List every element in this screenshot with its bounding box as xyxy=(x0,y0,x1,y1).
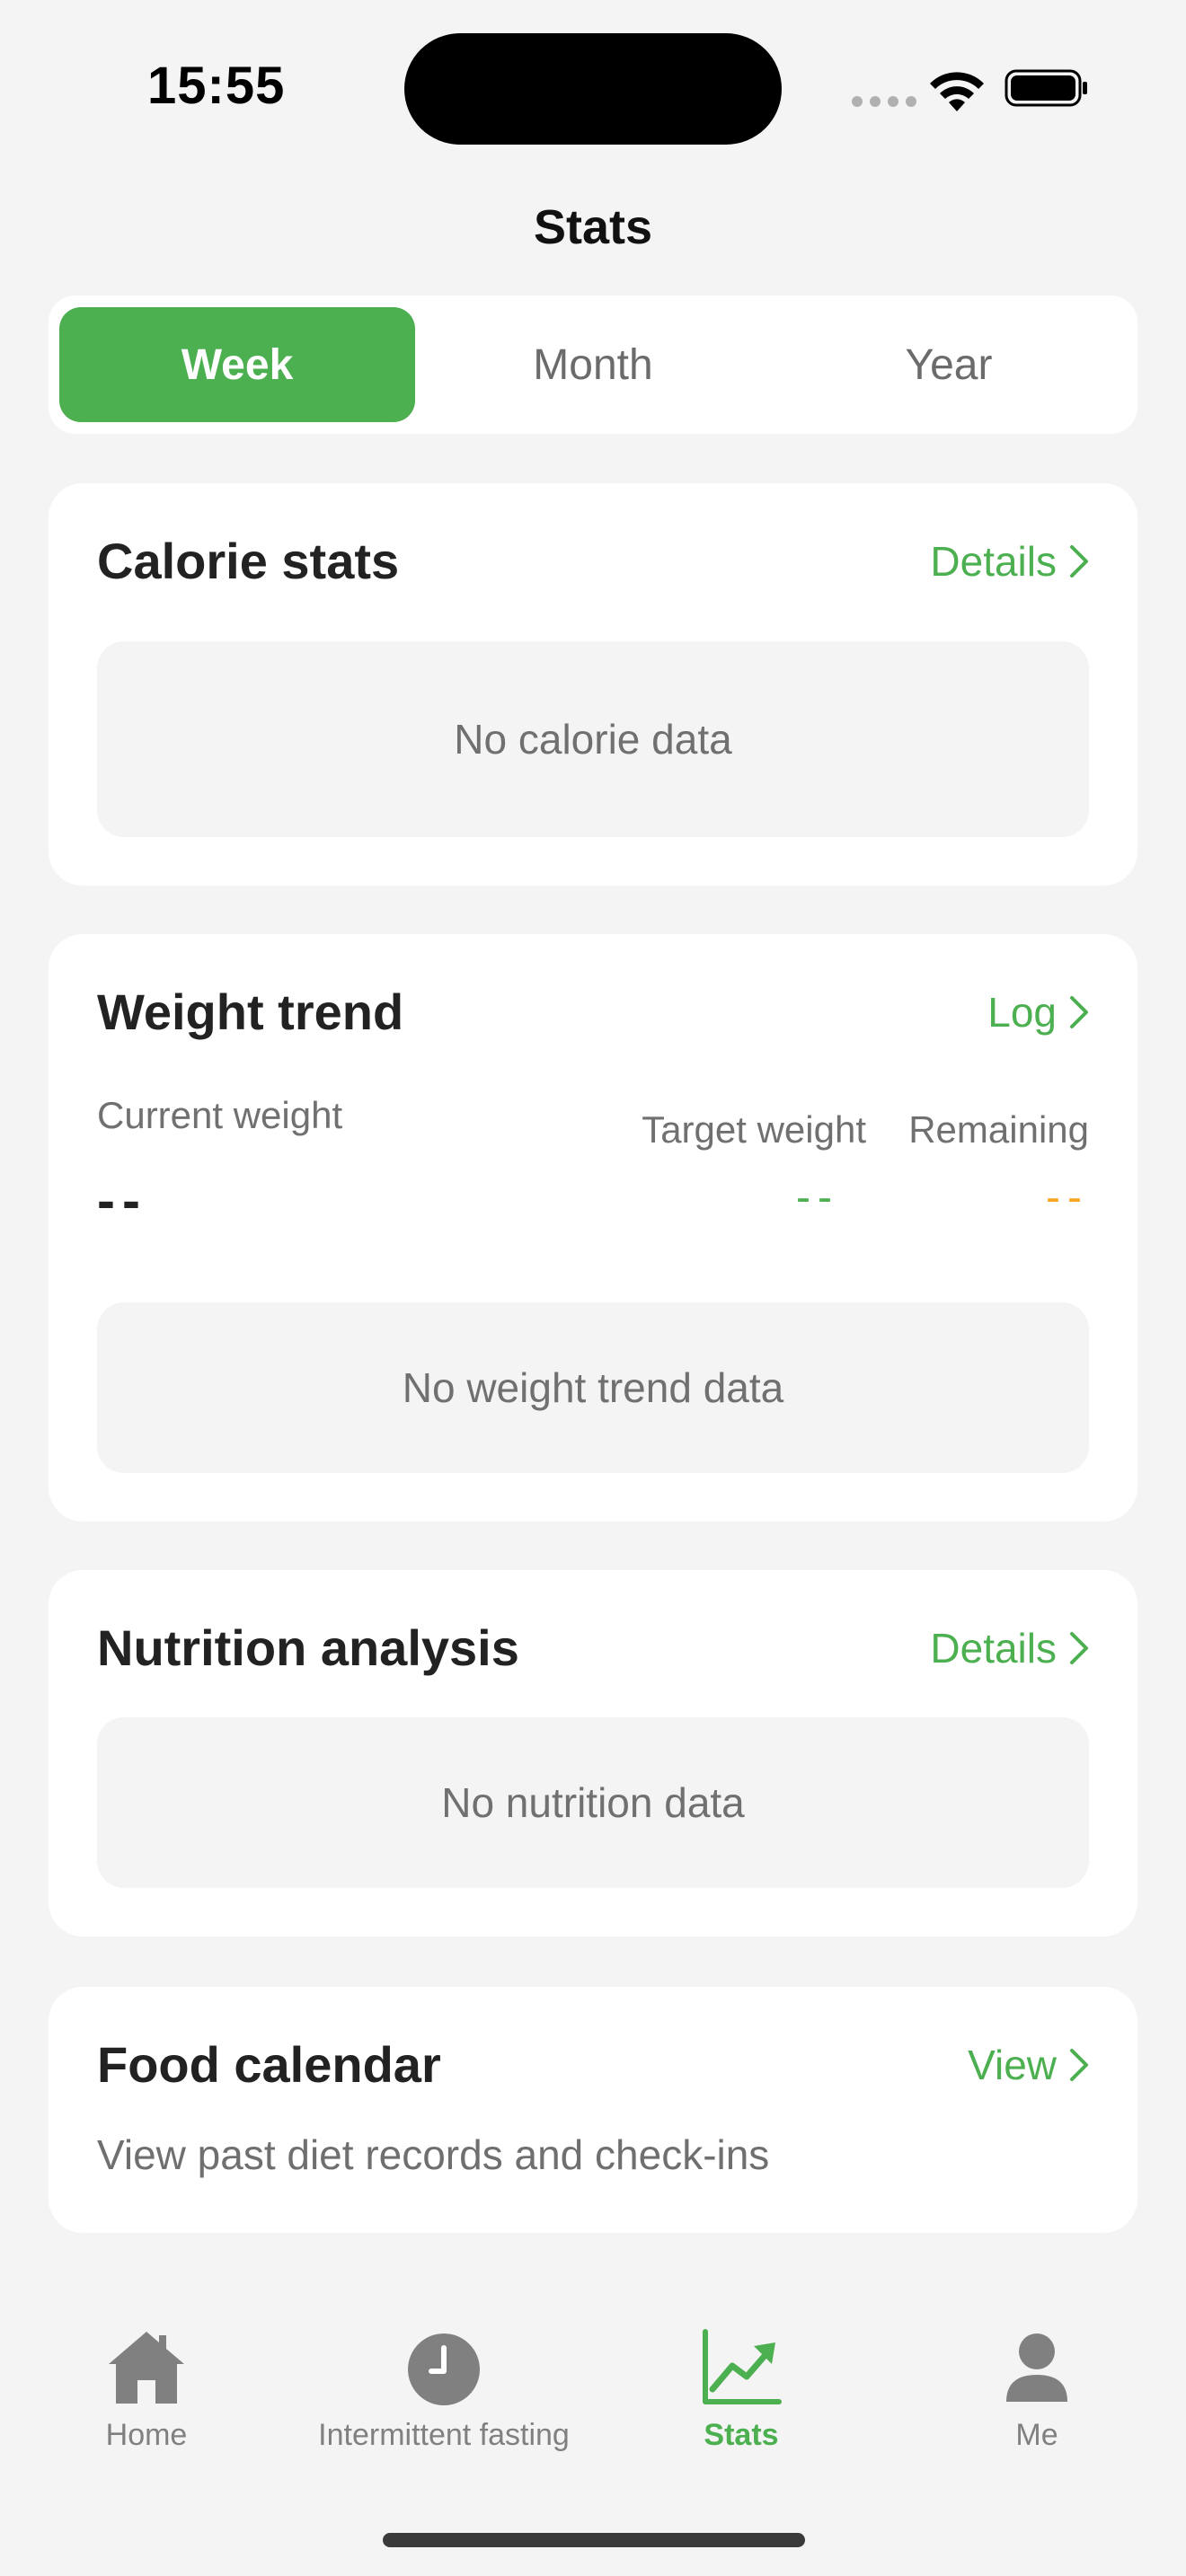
calorie-details-link[interactable]: Details xyxy=(930,537,1089,586)
remaining-label: Remaining xyxy=(908,1108,1089,1151)
tab-label: Me xyxy=(1015,2418,1058,2452)
battery-icon xyxy=(1005,69,1087,107)
period-segmented-control: Week Month Year xyxy=(49,296,1137,434)
chevron-right-icon xyxy=(1070,996,1088,1028)
chart-icon xyxy=(703,2329,782,2404)
weight-trend-card: Weight trend Log Current weight -- Targe… xyxy=(49,934,1137,1522)
status-time: 15:55 xyxy=(147,57,286,115)
home-icon xyxy=(109,2332,184,2404)
home-indicator xyxy=(383,2533,805,2547)
card-title: Nutrition analysis xyxy=(97,1619,519,1676)
card-title: Calorie stats xyxy=(97,533,400,589)
tab-intermittent-fasting[interactable]: Intermittent fasting xyxy=(291,2325,597,2453)
tab-home[interactable]: Home xyxy=(0,2325,299,2453)
chevron-right-icon xyxy=(1070,1632,1088,1664)
nutrition-details-link[interactable]: Details xyxy=(930,1624,1089,1672)
tab-year[interactable]: Year xyxy=(771,307,1127,422)
remaining-value: -- xyxy=(1046,1174,1089,1222)
link-label: Details xyxy=(930,1625,1057,1672)
link-label: Details xyxy=(930,538,1057,585)
current-weight-value: -- xyxy=(97,1170,147,1231)
link-label: Log xyxy=(987,989,1057,1036)
tab-week[interactable]: Week xyxy=(59,307,415,422)
nutrition-analysis-card: Nutrition analysis Details No nutrition … xyxy=(49,1570,1137,1936)
wifi-icon xyxy=(930,72,984,111)
tab-label: Home xyxy=(105,2418,188,2452)
food-calendar-card[interactable]: Food calendar View View past diet record… xyxy=(49,1987,1137,2233)
link-label: View xyxy=(968,2042,1057,2088)
card-title: Food calendar xyxy=(97,2036,441,2093)
chevron-right-icon xyxy=(1070,545,1088,578)
clock-icon xyxy=(408,2333,480,2405)
calendar-view-link[interactable]: View xyxy=(968,2041,1089,2089)
tab-me[interactable]: Me xyxy=(884,2325,1186,2453)
target-weight-label: Target weight xyxy=(642,1108,866,1151)
current-weight-label: Current weight xyxy=(97,1094,343,1136)
calorie-empty-state: No calorie data xyxy=(97,641,1089,837)
bottom-tab-bar: Home Intermittent fasting Stats Me xyxy=(0,2325,1186,2486)
tab-stats[interactable]: Stats xyxy=(589,2325,894,2453)
tab-label: Stats xyxy=(704,2418,779,2452)
card-title: Weight trend xyxy=(97,984,404,1040)
nutrition-empty-state: No nutrition data xyxy=(97,1717,1089,1888)
page-title: Stats xyxy=(533,200,653,254)
chevron-right-icon xyxy=(1070,2049,1088,2081)
calorie-stats-card: Calorie stats Details No calorie data xyxy=(49,483,1137,886)
weight-empty-state: No weight trend data xyxy=(97,1302,1089,1473)
cellular-signal-icon xyxy=(852,96,916,107)
dynamic-island xyxy=(404,33,782,145)
calendar-subtitle: View past diet records and check-ins xyxy=(97,2131,770,2178)
tab-month[interactable]: Month xyxy=(415,307,771,422)
target-weight-value: -- xyxy=(796,1174,839,1222)
status-bar: 15:55 xyxy=(0,0,1186,180)
weight-log-link[interactable]: Log xyxy=(987,988,1089,1037)
person-icon xyxy=(1006,2333,1067,2402)
tab-label: Intermittent fasting xyxy=(318,2418,570,2452)
